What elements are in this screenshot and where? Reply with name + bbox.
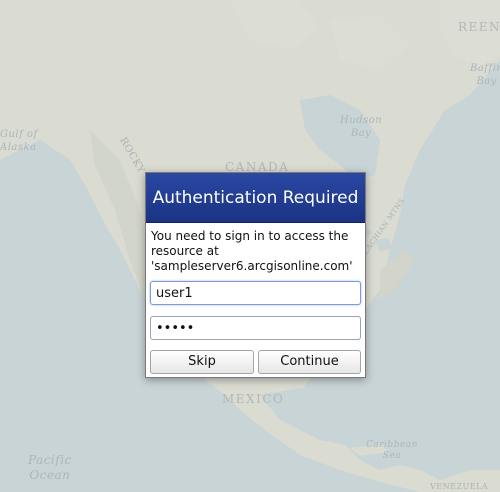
dialog-header: Authentication Required xyxy=(146,173,365,223)
username-field[interactable] xyxy=(150,281,361,305)
continue-button[interactable]: Continue xyxy=(258,350,361,374)
password-field[interactable] xyxy=(150,316,361,340)
dialog-title: Authentication Required xyxy=(152,187,359,208)
authentication-dialog: Authentication Required You need to sign… xyxy=(145,172,366,378)
app-root: HudsonBay Gulf ofAlaska BaffinBay REENLA… xyxy=(0,0,500,492)
skip-button[interactable]: Skip xyxy=(150,350,254,374)
dialog-message: You need to sign in to access the resour… xyxy=(151,229,353,273)
